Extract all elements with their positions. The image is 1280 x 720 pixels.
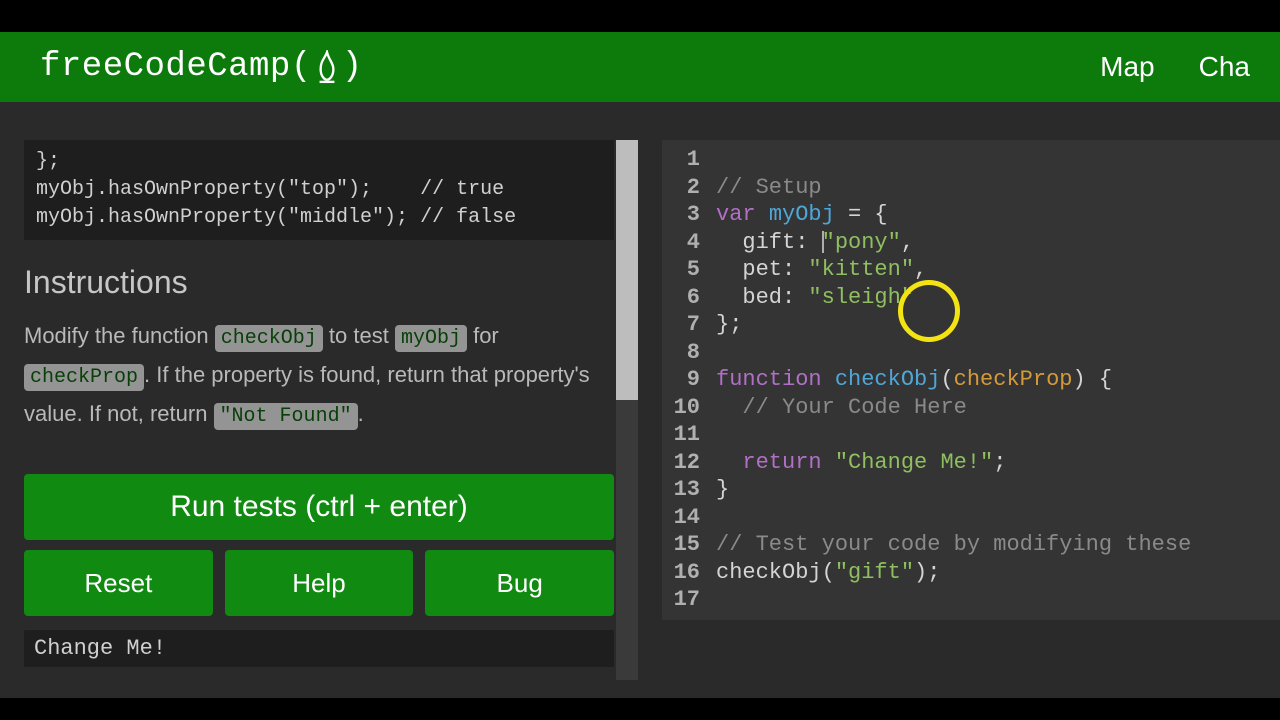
logo-text-right: ) — [342, 48, 363, 86]
logo-text-left: freeCodeCamp( — [40, 48, 312, 86]
code-pill-checkobj: checkObj — [215, 325, 323, 352]
instructions-heading: Instructions — [24, 264, 614, 301]
right-panel: 1 2// Setup 3var myObj = { 4 gift: "pony… — [662, 140, 1280, 698]
main-content: }; myObj.hasOwnProperty("top"); // true … — [0, 102, 1280, 698]
letterbox-top — [0, 0, 1280, 32]
left-panel: }; myObj.hasOwnProperty("top"); // true … — [24, 140, 614, 698]
code-pill-myobj: myObj — [395, 325, 467, 352]
scrollbar-track[interactable] — [616, 140, 638, 680]
run-tests-button[interactable]: Run tests (ctrl + enter) — [24, 474, 614, 540]
example-line-3: myObj.hasOwnProperty("middle"); // false — [36, 206, 516, 229]
example-line-1: }; — [36, 150, 60, 173]
app-frame: freeCodeCamp( ) Map Cha }; myObj.hasOwnP… — [0, 32, 1280, 698]
code-pill-notfound: "Not Found" — [214, 403, 358, 430]
button-row-secondary: Reset Help Bug — [24, 550, 614, 616]
instructions-text: Modify the function checkObj to test myO… — [24, 317, 614, 434]
nav-map[interactable]: Map — [1100, 51, 1154, 83]
example-code-block: }; myObj.hasOwnProperty("top"); // true … — [24, 140, 614, 240]
code-pill-checkprop: checkProp — [24, 364, 144, 391]
logo[interactable]: freeCodeCamp( ) — [40, 48, 363, 86]
nav-links: Map Cha — [1100, 51, 1250, 83]
example-line-2: myObj.hasOwnProperty("top"); // true — [36, 178, 504, 201]
button-row-primary: Run tests (ctrl + enter) — [24, 474, 614, 540]
navbar: freeCodeCamp( ) Map Cha — [0, 32, 1280, 102]
flame-icon — [314, 50, 340, 84]
code-editor[interactable]: 1 2// Setup 3var myObj = { 4 gift: "pony… — [662, 140, 1280, 620]
help-button[interactable]: Help — [225, 550, 414, 616]
bug-button[interactable]: Bug — [425, 550, 614, 616]
output-console: Change Me! — [24, 630, 614, 667]
nav-chat[interactable]: Cha — [1199, 51, 1250, 83]
scrollbar-thumb[interactable] — [616, 140, 638, 400]
letterbox-bottom — [0, 698, 1280, 720]
reset-button[interactable]: Reset — [24, 550, 213, 616]
